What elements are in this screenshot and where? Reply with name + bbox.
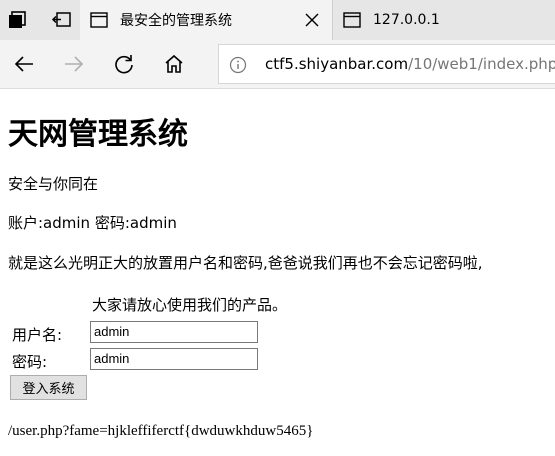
tab-title: 最安全的管理系统 <box>120 13 232 29</box>
info-icon[interactable] <box>229 56 247 74</box>
home-icon <box>165 54 183 73</box>
back-arrow-icon <box>14 56 33 72</box>
credentials-text: 账户:admin 密码:admin <box>8 214 177 232</box>
refresh-icon <box>115 55 133 74</box>
login-button[interactable]: 登入系统 <box>10 375 87 400</box>
address-bar[interactable]: ctf5.shiyanbar.com/10/web1/index.php <box>218 44 555 84</box>
navigation-bar: ctf5.shiyanbar.com/10/web1/index.php <box>0 40 555 89</box>
tab-active[interactable]: 最安全的管理系统 <box>80 0 332 40</box>
tab-title: 127.0.0.1 <box>373 12 440 28</box>
password-label: 密码: <box>12 353 48 371</box>
page-icon <box>90 12 108 28</box>
page-title: 天网管理系统 <box>8 117 188 152</box>
page-icon <box>343 12 361 28</box>
back-button[interactable] <box>10 50 38 78</box>
tab-sets-button[interactable] <box>0 0 34 40</box>
page-content: 天网管理系统 安全与你同在 账户:admin 密码:admin 就是这么光明正大… <box>0 89 555 456</box>
close-tab-icon[interactable] <box>304 12 320 28</box>
notice-text: 就是这么光明正大的放置用户名和密码,爸爸说我们再也不会忘记密码啦, <box>8 254 483 272</box>
forward-arrow-icon <box>65 56 84 72</box>
tab-preview-icon <box>51 12 71 27</box>
url-host: ctf5.shiyanbar.com <box>265 55 409 73</box>
username-input[interactable]: admin <box>90 321 258 343</box>
tab-inactive[interactable]: 127.0.0.1 <box>332 0 555 40</box>
refresh-button[interactable] <box>110 50 138 78</box>
home-button[interactable] <box>160 50 188 78</box>
show-tabs-aside-button[interactable] <box>44 0 78 40</box>
tagline: 安全与你同在 <box>8 175 99 193</box>
promo-text: 大家请放心使用我们的产品。 <box>92 296 288 314</box>
tab-bar: 最安全的管理系统 127.0.0.1 <box>0 0 555 40</box>
url-path: /10/web1/index.php <box>408 55 555 73</box>
hint-text: /user.php?fame=hjkleffiferctf{dwduwkhduw… <box>8 423 314 439</box>
url-text[interactable]: ctf5.shiyanbar.com/10/web1/index.php <box>265 55 555 73</box>
password-input[interactable]: admin <box>90 348 258 370</box>
username-label: 用户名: <box>12 326 63 344</box>
forward-button[interactable] <box>60 50 88 78</box>
tab-sets-icon <box>9 11 26 28</box>
